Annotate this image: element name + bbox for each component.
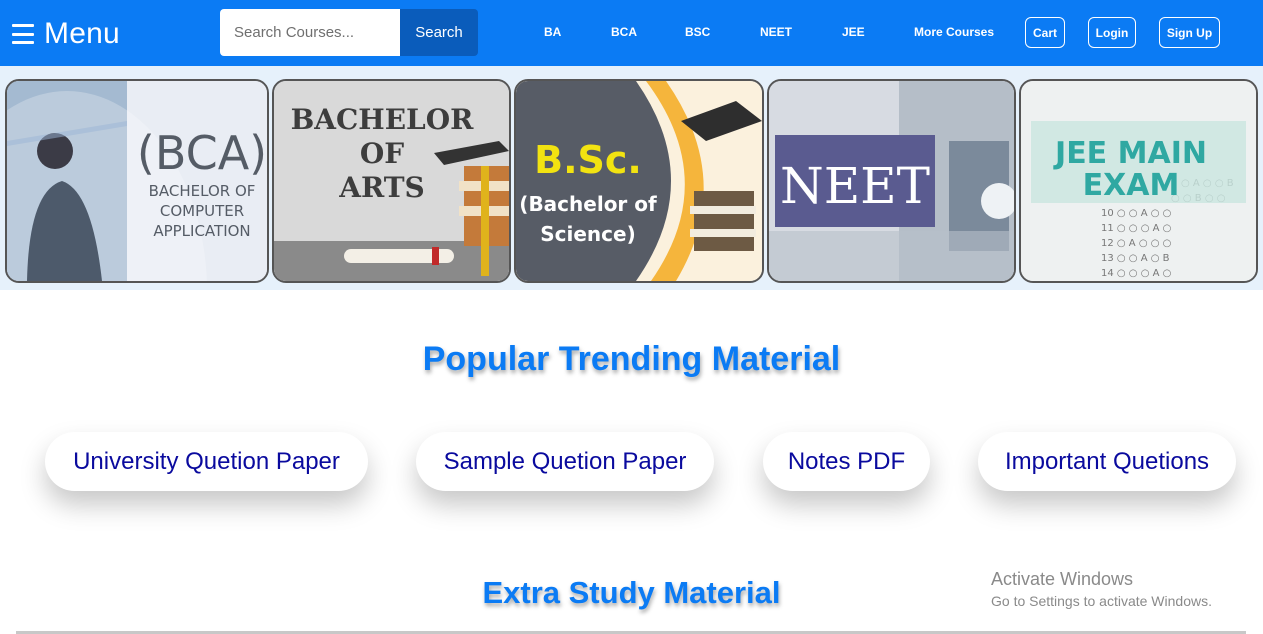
svg-text:14 ○ ○ ○ A ○: 14 ○ ○ ○ A ○ bbox=[1101, 268, 1171, 279]
course-card-ba[interactable]: BACHELOR OF ARTS bbox=[272, 79, 511, 283]
nav-link-ba[interactable]: BA bbox=[544, 25, 561, 39]
bsc-subtitle-1: (Bachelor of bbox=[519, 192, 657, 216]
cart-button[interactable]: Cart bbox=[1025, 17, 1065, 48]
course-banner-strip: (BCA) BACHELOR OF COMPUTER APPLICATION B… bbox=[0, 66, 1263, 290]
bca-subtitle-2: COMPUTER bbox=[160, 202, 244, 220]
course-card-bsc[interactable]: B.Sc. (Bachelor of Science) bbox=[514, 79, 764, 283]
nav-link-neet[interactable]: NEET bbox=[760, 25, 792, 39]
course-card-bca[interactable]: (BCA) BACHELOR OF COMPUTER APPLICATION bbox=[5, 79, 269, 283]
nav-link-jee[interactable]: JEE bbox=[842, 25, 865, 39]
ba-heading-3: ARTS bbox=[338, 171, 425, 204]
search-input[interactable] bbox=[220, 9, 401, 56]
jee-heading-2: EXAM bbox=[1083, 168, 1180, 203]
watermark-subtitle: Go to Settings to activate Windows. bbox=[991, 593, 1212, 609]
svg-text:13 ○ ○ A ○ B: 13 ○ ○ A ○ B bbox=[1101, 253, 1170, 264]
windows-activation-watermark: Activate Windows Go to Settings to activ… bbox=[991, 569, 1212, 609]
course-card-neet[interactable]: NEET bbox=[767, 79, 1016, 283]
popular-section-title: Popular Trending Material bbox=[422, 340, 841, 378]
bca-subtitle-1: BACHELOR OF bbox=[149, 182, 256, 200]
menu-label: Menu bbox=[44, 17, 120, 50]
watermark-title: Activate Windows bbox=[991, 569, 1134, 589]
svg-text:11 ○ ○ ○ A ○: 11 ○ ○ ○ A ○ bbox=[1101, 223, 1171, 234]
top-navbar: Menu Search BA BCA BSC NEET JEE More Cou… bbox=[0, 0, 1263, 66]
bsc-subtitle-2: Science) bbox=[540, 222, 635, 246]
bsc-heading: B.Sc. bbox=[534, 138, 642, 182]
notes-pdf-button[interactable]: Notes PDF bbox=[763, 432, 930, 491]
bca-heading: (BCA) bbox=[137, 126, 267, 180]
course-card-jee[interactable]: 10 ○ ○ A ○ ○ 11 ○ ○ ○ A ○ 12 ○ A ○ ○ ○ 1… bbox=[1019, 79, 1258, 283]
svg-text:12 ○ A ○ ○ ○: 12 ○ A ○ ○ ○ bbox=[1101, 238, 1171, 249]
nav-link-bsc[interactable]: BSC bbox=[685, 25, 710, 39]
hamburger-icon bbox=[12, 24, 34, 44]
nav-link-bca[interactable]: BCA bbox=[611, 25, 637, 39]
login-button[interactable]: Login bbox=[1088, 17, 1136, 48]
jee-heading-1: JEE MAIN bbox=[1053, 136, 1207, 171]
sample-question-paper-button[interactable]: Sample Quetion Paper bbox=[416, 432, 714, 491]
menu-toggle[interactable]: Menu bbox=[12, 14, 120, 54]
signup-button[interactable]: Sign Up bbox=[1159, 17, 1220, 48]
nav-link-more-courses[interactable]: More Courses bbox=[914, 25, 994, 39]
ba-heading-2: OF bbox=[360, 137, 404, 170]
neet-heading: NEET bbox=[780, 157, 930, 215]
search-button[interactable]: Search bbox=[400, 9, 478, 56]
bca-subtitle-3: APPLICATION bbox=[153, 222, 250, 240]
svg-text:10 ○ ○ A ○ ○: 10 ○ ○ A ○ ○ bbox=[1101, 208, 1171, 219]
university-question-paper-button[interactable]: University Quetion Paper bbox=[45, 432, 368, 491]
important-questions-button[interactable]: Important Quetions bbox=[978, 432, 1236, 491]
ba-heading-1: BACHELOR bbox=[291, 103, 475, 136]
